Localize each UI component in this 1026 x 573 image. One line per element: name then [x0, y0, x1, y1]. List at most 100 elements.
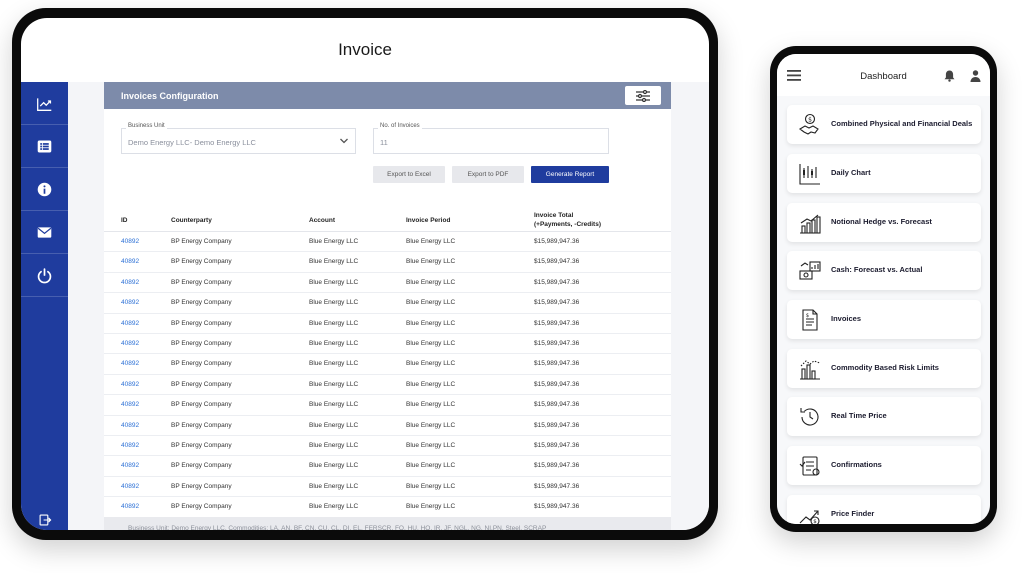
table-row[interactable]: 40892 BP Energy Company Blue Energy LLC Blu…: [104, 252, 671, 273]
sidebar: [21, 82, 68, 530]
dashboard-card-risk-bar-chart[interactable]: Commodity Based Risk Limits: [787, 349, 981, 388]
table-row[interactable]: 40892 BP Energy Company Blue Energy LLC Blu…: [104, 436, 671, 457]
invoice-id-link[interactable]: 40892: [121, 462, 139, 469]
dashboard-card-bar-trend-chart[interactable]: Notional Hedge vs. Forecast: [787, 203, 981, 242]
dashboard-card-confirmation-doc[interactable]: Confirmations: [787, 446, 981, 485]
table-row[interactable]: 40892 BP Energy Company Blue Energy LLC Blu…: [104, 334, 671, 355]
cell-account: Blue Energy LLC: [309, 258, 359, 266]
cell-account: Blue Energy LLC: [309, 503, 359, 511]
num-invoices-field[interactable]: No. of Invoices 11: [373, 123, 609, 154]
business-unit-value: Demo Energy LLC- Demo Energy LLC: [128, 138, 256, 147]
table-row[interactable]: 40892 BP Energy Company Blue Energy LLC Blu…: [104, 477, 671, 498]
invoice-id-link[interactable]: 40892: [121, 238, 139, 245]
header-id: ID: [121, 217, 128, 224]
dashboard-card-invoice-document[interactable]: $ Invoices: [787, 300, 981, 339]
dashboard-title: Dashboard: [860, 71, 907, 82]
business-unit-label: Business Unit: [126, 123, 167, 129]
risk-bar-chart-icon: [800, 360, 821, 380]
table-row[interactable]: 40892 BP Energy Company Blue Energy LLC Blu…: [104, 314, 671, 334]
invoice-id-link[interactable]: 40892: [121, 340, 139, 347]
table-row[interactable]: 40892 BP Energy Company Blue Energy LLC Blu…: [104, 497, 671, 518]
table-row[interactable]: 40892 BP Energy Company Blue Energy LLC Blu…: [104, 456, 671, 477]
sidebar-item-power[interactable]: [21, 254, 68, 297]
cell-invoice-total: $15,989,947.36: [534, 401, 580, 409]
cell-invoice-total: $15,989,947.36: [534, 482, 580, 490]
invoice-id-link[interactable]: 40892: [121, 258, 139, 265]
sidebar-item-info[interactable]: [21, 168, 68, 211]
dashboard-card-candlestick-chart[interactable]: Daily Chart: [787, 154, 981, 193]
handshake-dollar-icon: $: [799, 113, 819, 135]
card-label: Confirmations: [831, 460, 882, 470]
phone-frame: Dashboard $ Combined Physical and Financi…: [770, 46, 997, 532]
export-excel-button[interactable]: Export to Excel: [373, 166, 445, 183]
invoice-id-link[interactable]: 40892: [121, 422, 139, 429]
dashboard-card-price-finder[interactable]: $ Price Finder: [787, 495, 981, 524]
cash-chart-icon: [799, 261, 821, 280]
cell-account: Blue Energy LLC: [309, 442, 359, 449]
card-label: Combined Physical and Financial Deals: [831, 119, 973, 129]
export-pdf-button[interactable]: Export to PDF: [452, 166, 524, 183]
invoice-id-link[interactable]: 40892: [121, 360, 139, 367]
cell-invoice-total: $15,989,947.36: [534, 380, 580, 388]
invoice-id-link[interactable]: 40892: [121, 381, 139, 388]
invoice-document-icon: $: [802, 309, 818, 331]
card-label: Daily Chart: [831, 168, 871, 178]
invoice-id-link[interactable]: 40892: [121, 401, 139, 408]
card-label: Invoices: [831, 314, 862, 324]
config-settings-button[interactable]: [625, 86, 661, 105]
header-counterparty: Counterparty: [171, 217, 212, 224]
cell-account: Blue Energy LLC: [309, 482, 359, 490]
sidebar-item-analytics[interactable]: [21, 82, 68, 125]
cell-account: Blue Energy LLC: [309, 340, 359, 347]
header-invoice-total: Invoice Total: [534, 212, 574, 219]
cell-invoice-total: $15,989,947.36: [534, 503, 580, 511]
sidebar-item-mail[interactable]: [21, 211, 68, 254]
table-row[interactable]: 40892 BP Energy Company Blue Energy LLC Blu…: [104, 273, 671, 294]
invoice-id-link[interactable]: 40892: [121, 503, 139, 510]
cell-invoice-period: Blue Energy LLC: [406, 442, 456, 449]
user-icon[interactable]: [970, 70, 981, 82]
page-title: Invoice: [338, 40, 392, 59]
cell-invoice-period: Blue Energy LLC: [406, 278, 456, 286]
logout-icon: [39, 514, 51, 526]
cell-invoice-period: Blue Energy LLC: [406, 340, 456, 347]
cell-invoice-period: Blue Energy LLC: [406, 299, 456, 307]
generate-report-button[interactable]: Generate Report: [531, 166, 609, 183]
cell-counterparty: BP Energy Company: [171, 421, 232, 429]
table-row[interactable]: 40892 BP Energy Company Blue Energy LLC Blu…: [104, 354, 671, 375]
power-icon: [37, 267, 52, 283]
cell-counterparty: BP Energy Company: [171, 319, 232, 327]
dashboard-card-handshake-dollar[interactable]: $ Combined Physical and Financial Deals: [787, 105, 981, 144]
cell-counterparty: BP Energy Company: [171, 340, 232, 347]
dashboard-card-clock-refresh[interactable]: Real Time Price: [787, 397, 981, 436]
table-row[interactable]: 40892 BP Energy Company Blue Energy LLC Blu…: [104, 395, 671, 416]
list-icon: [37, 140, 52, 152]
info-icon: [37, 182, 52, 196]
table-row[interactable]: 40892 BP Energy Company Blue Energy LLC Blu…: [104, 293, 671, 314]
phone-screen: Dashboard $ Combined Physical and Financi…: [777, 54, 990, 524]
confirmation-doc-icon: [799, 456, 820, 476]
cell-invoice-total: $15,989,947.36: [534, 319, 580, 327]
sidebar-item-list[interactable]: [21, 125, 68, 168]
invoice-id-link[interactable]: 40892: [121, 483, 139, 490]
invoice-id-link[interactable]: 40892: [121, 320, 139, 327]
card-label: Real Time Price: [831, 411, 887, 421]
chart-line-icon: [37, 97, 52, 111]
header-invoice-period: Invoice Period: [406, 217, 451, 224]
invoice-id-link[interactable]: 40892: [121, 279, 139, 286]
table-row[interactable]: 40892 BP Energy Company Blue Energy LLC Blu…: [104, 416, 671, 436]
cell-counterparty: BP Energy Company: [171, 258, 232, 266]
logout-button[interactable]: [21, 510, 68, 530]
cell-account: Blue Energy LLC: [309, 401, 359, 409]
table-row[interactable]: 40892 BP Energy Company Blue Energy LLC Blu…: [104, 232, 671, 253]
dashboard-card-cash-chart[interactable]: Cash: Forecast vs. Actual: [787, 251, 981, 290]
table-row[interactable]: 40892 BP Energy Company Blue Energy LLC Blu…: [104, 375, 671, 396]
invoice-id-link[interactable]: 40892: [121, 442, 139, 449]
business-unit-select[interactable]: Business Unit Demo Energy LLC- Demo Ener…: [121, 123, 356, 154]
cell-invoice-period: Blue Energy LLC: [406, 462, 456, 470]
bell-icon[interactable]: [944, 70, 955, 82]
phone-header: Dashboard: [777, 54, 990, 96]
tablet-frame: Invoice Invoices Configuration Business …: [12, 8, 718, 540]
invoice-id-link[interactable]: 40892: [121, 299, 139, 306]
cell-account: Blue Energy LLC: [309, 360, 359, 368]
